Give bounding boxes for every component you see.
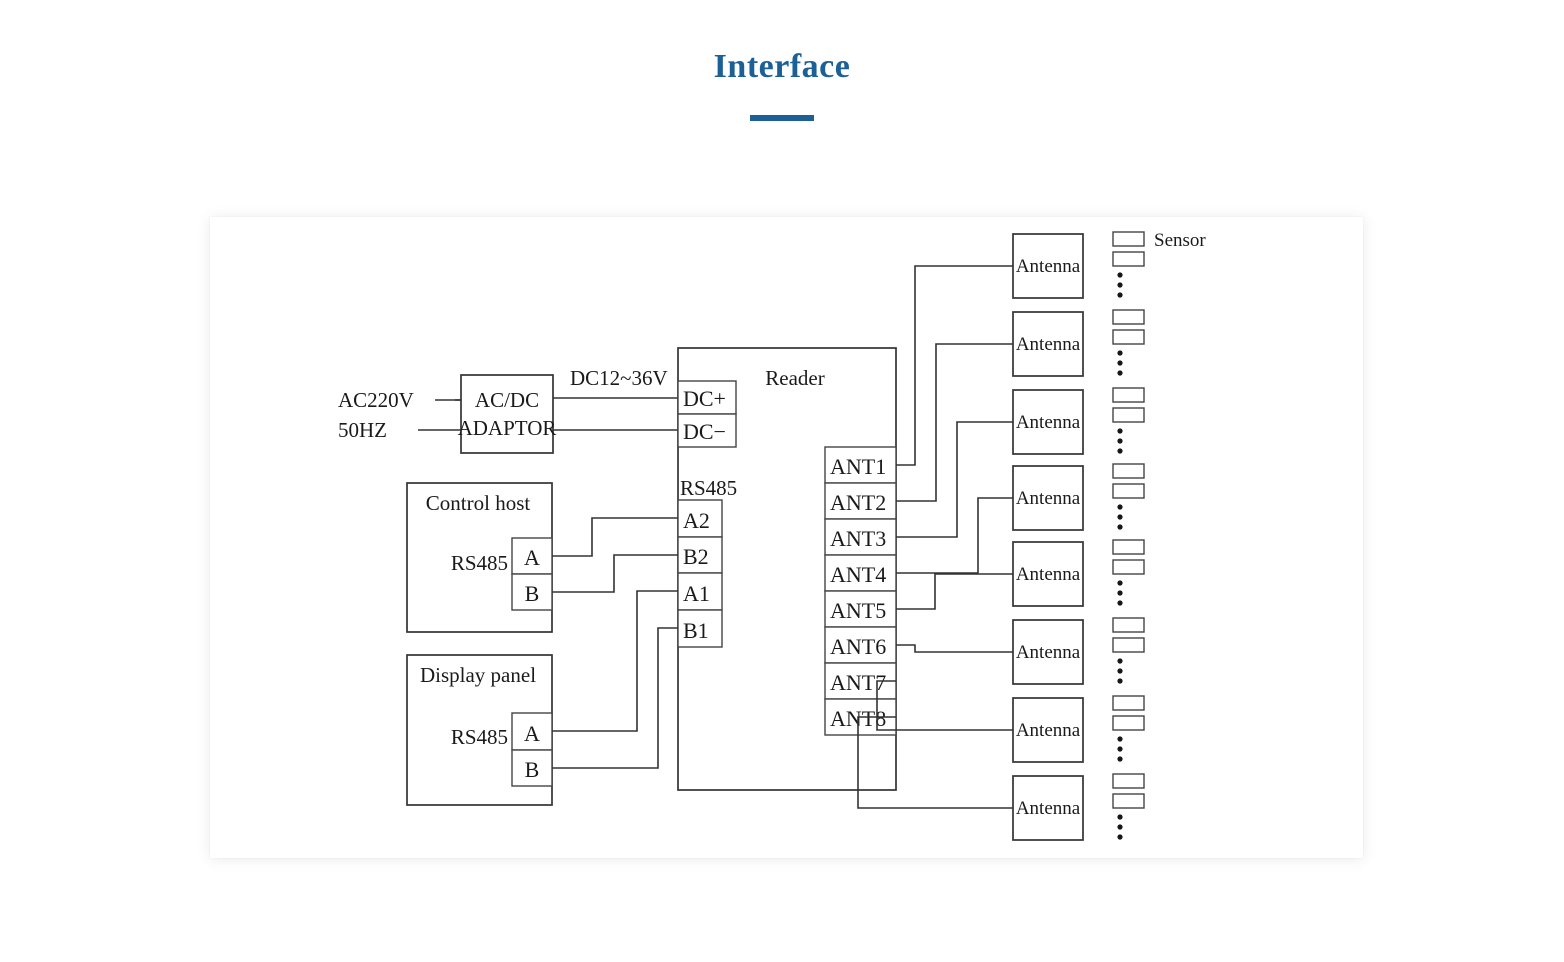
sensor-ellipsis-dot-7-1 <box>1117 736 1123 742</box>
sensor-ellipsis-dot-4-1 <box>1117 504 1123 510</box>
sensor-box-1-2 <box>1112 251 1145 267</box>
sensor-box-8-1 <box>1112 773 1145 789</box>
control-host-title: Control host <box>426 491 531 515</box>
antenna-label-8: Antenna <box>1016 798 1081 819</box>
page-title: Interface <box>713 48 851 85</box>
control-host-terminal-b-label: B <box>525 581 540 606</box>
antenna-column: Antenna Antenna Antenna Antenna Antenna … <box>1012 233 1084 841</box>
dc-output-voltage-label: DC12~36V <box>570 366 668 390</box>
antenna-label-3: Antenna <box>1016 412 1081 433</box>
reader-ant-terminal-group: ANT1 ANT2 ANT3 ANT4 ANT5 ANT6 ANT7 ANT8 <box>824 446 897 736</box>
sensor-ellipsis-dot-7-3 <box>1117 756 1123 762</box>
reader-terminal-ant2-label: ANT2 <box>830 490 886 515</box>
reader-terminal-a1-label: A1 <box>683 581 710 606</box>
sensor-ellipsis-dot-6-2 <box>1117 668 1123 674</box>
control-host-rs485-label: RS485 <box>451 551 508 575</box>
sensor-column-label: Sensor <box>1154 230 1206 251</box>
sensor-box-8-2 <box>1112 793 1145 809</box>
sensor-box-6-1 <box>1112 617 1145 633</box>
reader-terminal-b1-label: B1 <box>683 618 709 643</box>
control-host-terminal-a-label: A <box>524 545 540 570</box>
page-root: Interface AC220V 50HZ AC/DC ADAPTOR DC12… <box>0 0 1564 962</box>
wire-display-a-to-reader-a1 <box>552 590 678 732</box>
sensor-ellipsis-dot-3-2 <box>1117 438 1123 444</box>
antenna-label-1: Antenna <box>1016 256 1081 277</box>
reader-terminal-b2-label: B2 <box>683 544 709 569</box>
sensor-box-4-2 <box>1112 483 1145 499</box>
wire-host-a-to-reader-a2 <box>552 517 678 557</box>
sensor-ellipsis-dot-2-3 <box>1117 370 1123 376</box>
wire-display-b-to-reader-b1 <box>552 627 678 769</box>
antenna-label-7: Antenna <box>1016 720 1081 741</box>
antenna-label-6: Antenna <box>1016 642 1081 663</box>
sensor-box-2-2 <box>1112 329 1145 345</box>
reader-terminal-ant6-label: ANT6 <box>830 634 886 659</box>
ac-input-voltage-label: AC220V <box>338 388 414 412</box>
sensor-box-7-1 <box>1112 695 1145 711</box>
sensor-ellipsis-dot-1-1 <box>1117 272 1123 278</box>
sensor-ellipsis-dot-8-3 <box>1117 834 1123 840</box>
sensor-ellipsis-dot-1-3 <box>1117 292 1123 298</box>
sensor-box-5-1 <box>1112 539 1145 555</box>
sensor-ellipsis-dot-1-2 <box>1117 282 1123 288</box>
sensor-ellipsis-dot-7-2 <box>1117 746 1123 752</box>
reader-title: Reader <box>765 366 824 390</box>
interface-wiring-diagram: AC220V 50HZ AC/DC ADAPTOR DC12~36V Reade… <box>338 230 1206 841</box>
sensor-ellipsis-dot-4-3 <box>1117 524 1123 530</box>
wire-ant7-to-antenna-7 <box>876 680 1013 731</box>
sensor-ellipsis-dot-2-1 <box>1117 350 1123 356</box>
reader-terminal-ant4-label: ANT4 <box>830 562 886 587</box>
sensor-ellipsis-dot-8-2 <box>1117 824 1123 830</box>
sensor-ellipsis-dot-2-2 <box>1117 360 1123 366</box>
wire-ant1-to-antenna-1 <box>896 265 1013 466</box>
wire-ant6-to-antenna-6 <box>896 644 1013 653</box>
page-header: Interface <box>0 48 1564 122</box>
reader-rs485-label: RS485 <box>680 476 737 500</box>
sensor-box-1-1 <box>1112 231 1145 247</box>
ac-input-frequency-label: 50HZ <box>338 418 387 442</box>
display-panel-rs485-label: RS485 <box>451 725 508 749</box>
sensor-ellipsis-dot-5-2 <box>1117 590 1123 596</box>
wire-ant3-to-antenna-3 <box>896 421 1013 538</box>
reader-terminal-dc-plus-label: DC+ <box>683 386 726 411</box>
antenna-label-5: Antenna <box>1016 564 1081 585</box>
sensor-ellipsis-dot-8-1 <box>1117 814 1123 820</box>
sensor-ellipsis-dot-5-3 <box>1117 600 1123 606</box>
sensor-box-3-1 <box>1112 387 1145 403</box>
adaptor-label-line1: AC/DC <box>475 388 539 412</box>
reader-terminal-ant3-label: ANT3 <box>830 526 886 551</box>
wire-ant5-to-antenna-5 <box>896 573 1013 610</box>
wire-ant4-to-antenna-4 <box>896 497 1013 574</box>
diagram-card: AC220V 50HZ AC/DC ADAPTOR DC12~36V Reade… <box>210 217 1363 858</box>
sensor-ellipsis-dot-6-3 <box>1117 678 1123 684</box>
sensor-box-3-2 <box>1112 407 1145 423</box>
sensor-ellipsis-dot-6-1 <box>1117 658 1123 664</box>
title-underline-bar <box>750 115 814 122</box>
display-panel-title: Display panel <box>420 663 536 687</box>
sensor-box-2-1 <box>1112 309 1145 325</box>
sensor-ellipsis-dot-4-2 <box>1117 514 1123 520</box>
sensor-ellipsis-dot-3-3 <box>1117 448 1123 454</box>
adaptor-label-line2: ADAPTOR <box>458 416 557 440</box>
sensor-box-4-1 <box>1112 463 1145 479</box>
display-panel-terminal-a-label: A <box>524 721 540 746</box>
sensor-column: Sensor <box>1112 230 1206 840</box>
acdc-adaptor-box <box>460 374 554 454</box>
antenna-label-4: Antenna <box>1016 488 1081 509</box>
reader-terminal-a2-label: A2 <box>683 508 710 533</box>
sensor-box-7-2 <box>1112 715 1145 731</box>
display-panel-terminal-b-label: B <box>525 757 540 782</box>
sensor-ellipsis-dot-3-1 <box>1117 428 1123 434</box>
sensor-box-5-2 <box>1112 559 1145 575</box>
wire-host-b-to-reader-b2 <box>552 554 678 593</box>
reader-terminal-ant5-label: ANT5 <box>830 598 886 623</box>
antenna-label-2: Antenna <box>1016 334 1081 355</box>
reader-terminal-ant1-label: ANT1 <box>830 454 886 479</box>
sensor-ellipsis-dot-5-1 <box>1117 580 1123 586</box>
sensor-box-6-2 <box>1112 637 1145 653</box>
reader-terminal-dc-minus-label: DC− <box>683 419 726 444</box>
